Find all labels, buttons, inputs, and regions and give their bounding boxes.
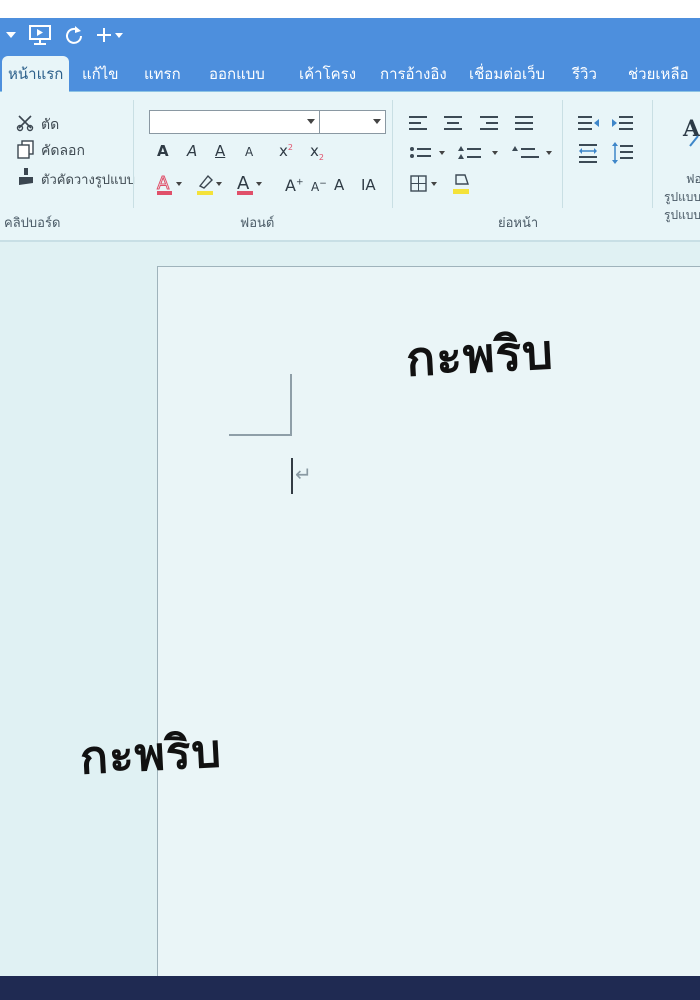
quick-access-toolbar: [0, 18, 700, 52]
text-effect-button[interactable]: A: [156, 172, 186, 200]
paragraph-mark: ↵: [295, 462, 312, 486]
increase-indent-icon[interactable]: [612, 114, 634, 138]
chevron-down-icon: [373, 119, 381, 124]
highlight-button[interactable]: [196, 172, 226, 200]
format-painter-button[interactable]: ตัวคัดวางรูปแบบ: [16, 167, 135, 191]
tab-layout[interactable]: เค้าโครง: [299, 56, 356, 92]
ribbon-separator: [133, 100, 134, 208]
copy-button[interactable]: คัดลอก: [16, 139, 85, 163]
grow-font-icon[interactable]: A+: [285, 178, 304, 194]
decrease-indent-icon[interactable]: [578, 114, 600, 138]
justify-icon[interactable]: [515, 116, 533, 134]
multilevel-list-button[interactable]: [512, 145, 558, 165]
copy-label: คัดลอก: [41, 143, 85, 159]
tab-help[interactable]: ช่วยเหลือ: [628, 56, 689, 92]
styles-label: รูปแบบ: [664, 190, 700, 204]
chevron-down-icon: [307, 119, 315, 124]
bullet-list-button[interactable]: [409, 145, 451, 165]
top-strip: [0, 0, 700, 18]
superscript-icon[interactable]: x2: [279, 144, 293, 159]
cut-label: ตัด: [41, 117, 60, 133]
margin-corner-mark: [290, 374, 292, 436]
ribbon-tab-bar: หน้าแรก แก้ไข แทรก ออกแบบ เค้าโครง การอ้…: [0, 52, 700, 92]
ribbon-separator: [562, 100, 563, 208]
scissors-icon: [16, 114, 36, 136]
svg-text:A: A: [157, 173, 170, 194]
word-processor-window: หน้าแรก แก้ไข แทรก ออกแบบ เค้าโครง การอ้…: [0, 18, 700, 976]
styles-icon[interactable]: A: [682, 116, 700, 154]
align-right-icon[interactable]: [480, 116, 498, 134]
clipboard-group-label: คลิปบอร์ด: [4, 216, 61, 231]
refresh-icon[interactable]: [64, 18, 84, 52]
align-center-icon[interactable]: [444, 116, 462, 134]
sfx-blink-top: กะพริบ: [404, 324, 556, 388]
tab-web[interactable]: เชื่อมต่อเว็บ: [469, 56, 545, 92]
caret-down-icon[interactable]: [6, 18, 16, 52]
monitor-icon[interactable]: [28, 18, 52, 52]
margin-corner-mark: [229, 434, 292, 436]
numbered-list-button[interactable]: [458, 145, 504, 165]
ribbon-separator: [652, 100, 653, 208]
plus-icon[interactable]: [96, 18, 126, 52]
tab-home[interactable]: หน้าแรก: [2, 56, 70, 92]
format-painter-label: ตัวคัดวางรูปแบบ: [41, 172, 135, 188]
tab-edit[interactable]: แก้ไข: [82, 56, 119, 92]
subscript-icon[interactable]: x2: [310, 144, 324, 162]
line-spacing-icon[interactable]: [612, 142, 634, 168]
ribbon-separator: [392, 100, 393, 208]
copy-icon: [16, 139, 36, 163]
paragraph-group-label: ย่อหน้า: [498, 216, 539, 231]
char-spacing-icon[interactable]: A: [334, 178, 344, 193]
tab-references[interactable]: การอ้างอิง: [380, 56, 447, 92]
font-group-label: ฟอนต์: [240, 216, 275, 231]
font-color-button[interactable]: A: [236, 172, 266, 200]
italic-icon[interactable]: A: [187, 144, 197, 159]
align-left-icon[interactable]: [409, 116, 427, 134]
cut-button[interactable]: ตัด: [16, 114, 59, 136]
bottom-bar: [0, 976, 700, 1000]
shrink-font-icon[interactable]: A−: [311, 180, 327, 194]
tab-design[interactable]: ออกแบบ: [209, 56, 265, 92]
sfx-blink-bottom: กะพริบ: [78, 723, 224, 785]
font-size-select[interactable]: [319, 110, 386, 134]
styles-label: รูปแบบ: [664, 208, 700, 222]
tab-insert[interactable]: แทรก: [144, 56, 181, 92]
styles-label: ฟอ: [686, 172, 700, 186]
strikethrough-icon[interactable]: A: [245, 146, 253, 158]
change-case-icon[interactable]: IA: [361, 178, 376, 193]
borders-button[interactable]: [410, 174, 442, 198]
shading-button[interactable]: [451, 172, 473, 200]
ribbon-home: ตัด คัดลอก ตัวคัดวางรูปแบบ คลิปบอร์ด A A…: [0, 92, 700, 242]
text-cursor: [291, 458, 293, 494]
bold-icon[interactable]: A: [157, 144, 169, 159]
svg-text:A: A: [237, 173, 250, 194]
font-name-select[interactable]: [149, 110, 320, 134]
distribute-icon[interactable]: [578, 142, 600, 168]
paintbrush-icon: [16, 167, 36, 191]
tab-review[interactable]: รีวิว: [572, 56, 597, 92]
underline-icon[interactable]: A: [215, 144, 225, 159]
